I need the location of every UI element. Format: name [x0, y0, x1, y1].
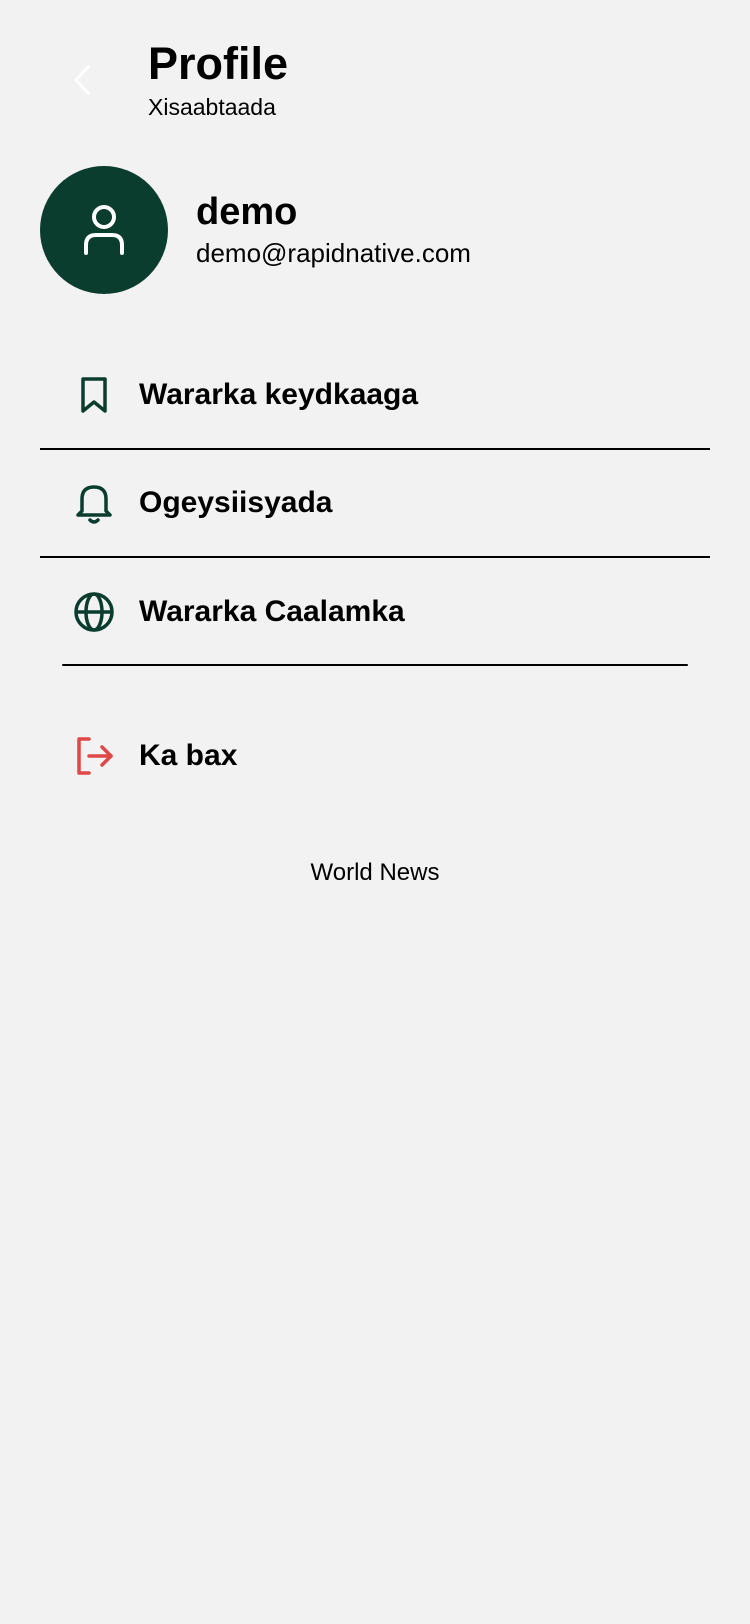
chevron-left-icon — [74, 65, 90, 95]
menu-item-label: Ogeysiisyada — [139, 486, 333, 519]
menu-list: Wararka keydkaaga Ogeysiisyada Wararka C… — [40, 342, 710, 666]
page-title: Profile — [148, 38, 289, 89]
menu-item-notifications[interactable]: Ogeysiisyada — [40, 450, 710, 558]
user-name: demo — [196, 191, 298, 233]
menu-item-world-news[interactable]: Wararka Caalamka — [40, 558, 710, 666]
page-header: Profile Xisaabtaada — [148, 36, 288, 122]
user-email: demo@rapidnative.com — [196, 238, 471, 268]
bookmark-icon — [71, 372, 117, 418]
logout-label: Ka bax — [139, 739, 238, 772]
profile-info: demo demo@rapidnative.com — [196, 189, 471, 271]
logout-icon — [71, 733, 117, 779]
menu-item-label: Wararka keydkaaga — [139, 378, 419, 411]
profile-card: demo demo@rapidnative.com — [40, 166, 471, 294]
globe-icon — [71, 589, 117, 635]
logout-button[interactable]: Ka bax — [40, 716, 710, 796]
menu-item-label: Wararka Caalamka — [139, 595, 405, 628]
avatar — [40, 166, 168, 294]
bell-icon — [71, 480, 117, 526]
menu-item-saved-news[interactable]: Wararka keydkaaga — [40, 342, 710, 450]
app-name-footer: World News — [310, 859, 440, 886]
page-subtitle: Xisaabtaada — [148, 94, 276, 120]
back-button[interactable] — [62, 58, 102, 102]
user-icon — [84, 205, 124, 255]
profile-screen: Profile Xisaabtaada demo demo@rapidnativ… — [0, 0, 750, 1624]
